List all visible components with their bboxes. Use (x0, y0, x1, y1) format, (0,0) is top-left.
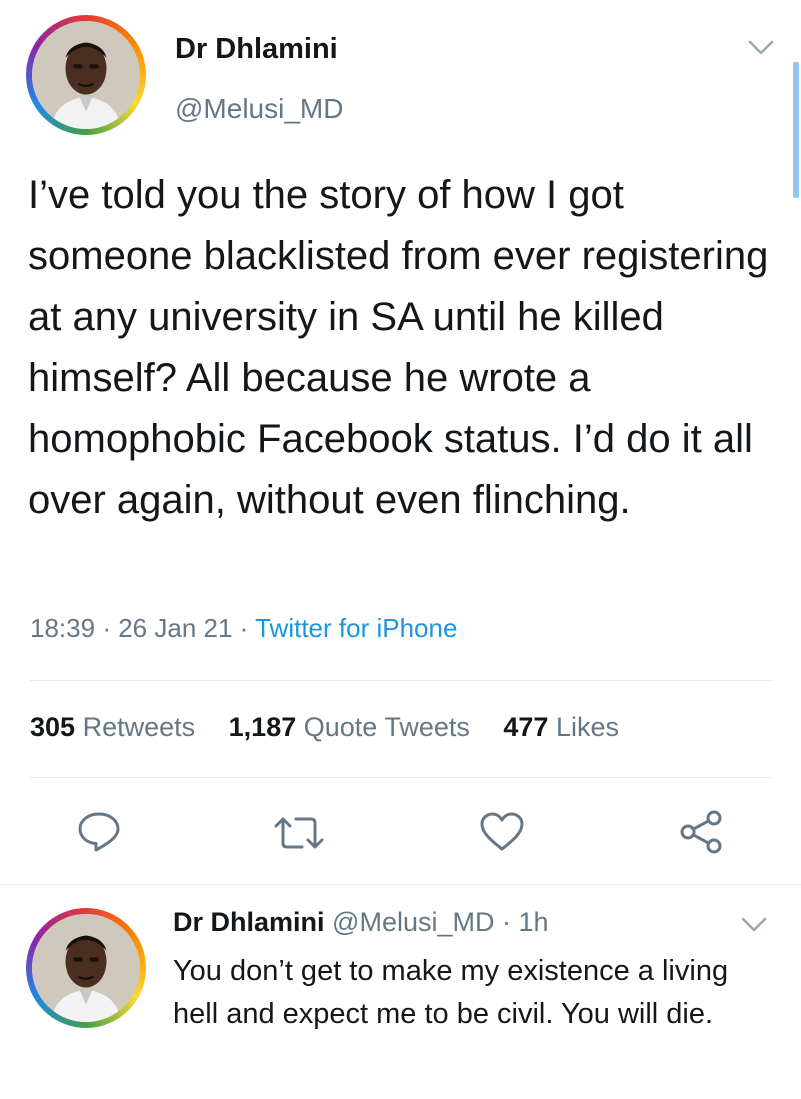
reply-button[interactable] (76, 811, 122, 853)
tweet-meta: 18:39 · 26 Jan 21 · Twitter for iPhone (30, 613, 457, 644)
like-icon (480, 812, 524, 851)
like-button[interactable] (479, 811, 525, 853)
quote-tweets-label: Quote Tweets (303, 712, 470, 742)
scrollbar[interactable] (793, 62, 799, 198)
tweet-text: I’ve told you the story of how I got som… (28, 173, 769, 522)
avatar-photo (32, 21, 140, 129)
retweets-count: 305 (30, 712, 76, 742)
retweets-label: Retweets (82, 712, 196, 742)
divider (30, 777, 773, 778)
likes-count: 477 (503, 712, 549, 742)
quote-tweets-stat[interactable]: 1,187 Quote Tweets (229, 712, 470, 742)
share-button[interactable] (679, 809, 723, 855)
divider (30, 680, 773, 681)
tweet-date: 26 Jan 21 (118, 613, 233, 643)
retweet-button[interactable] (272, 815, 326, 851)
reply-text: You don’t get to make my existence a liv… (173, 955, 729, 1030)
avatar[interactable] (26, 908, 146, 1028)
retweets-stat[interactable]: 305 Retweets (30, 712, 195, 742)
handle[interactable]: @Melusi_MD (175, 93, 343, 125)
avatar-photo (32, 914, 140, 1022)
chevron-down-icon[interactable] (741, 917, 767, 933)
reply-age: 1h (518, 907, 549, 937)
reply-separator: · (502, 907, 511, 937)
likes-stat[interactable]: 477 Likes (503, 712, 619, 742)
tweet-time: 18:39 (30, 613, 96, 643)
tweet-source-link[interactable]: Twitter for iPhone (255, 613, 457, 643)
meta-separator: · (102, 613, 111, 643)
retweet-icon (274, 817, 324, 849)
reply-header: Dr Dhlamini @Melusi_MD · 1h (173, 907, 549, 938)
divider (0, 884, 801, 885)
likes-label: Likes (555, 712, 619, 742)
chevron-down-icon[interactable] (748, 40, 774, 56)
share-icon (680, 810, 722, 854)
reply-icon (78, 812, 120, 852)
quote-tweets-count: 1,187 (228, 712, 297, 742)
display-name[interactable]: Dr Dhlamini (175, 33, 338, 66)
tweet-stats: 305 Retweets 1,187 Quote Tweets 477 Like… (30, 712, 645, 743)
reply-handle[interactable]: @Melusi_MD (332, 907, 494, 937)
reply-display-name[interactable]: Dr Dhlamini (173, 907, 325, 937)
meta-separator: · (239, 613, 249, 643)
avatar[interactable] (26, 15, 146, 135)
